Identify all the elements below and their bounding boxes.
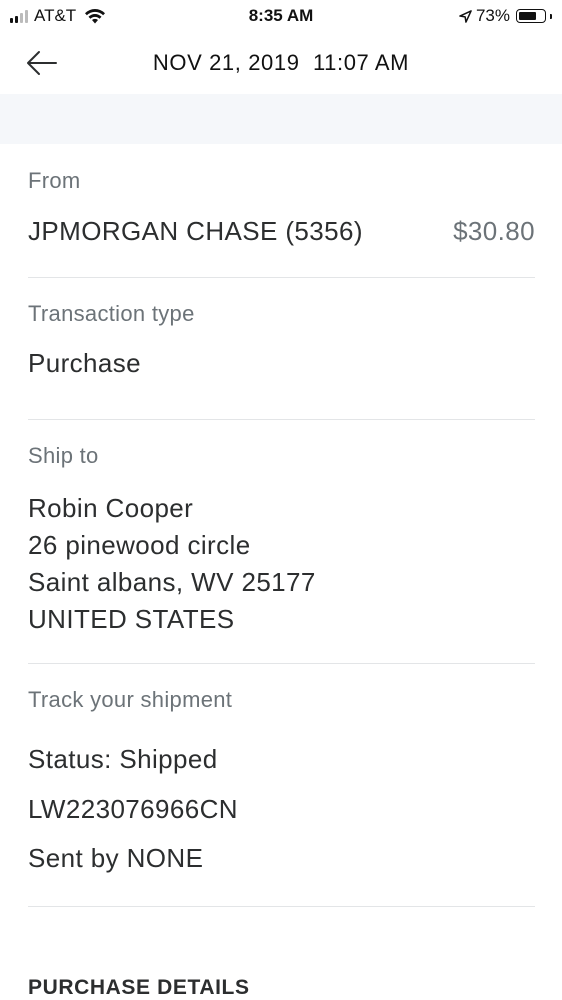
tracking-details: Status: Shipped LW223076966CN Sent by NO… <box>28 744 535 874</box>
transaction-type-row: Purchase <box>28 348 535 379</box>
battery-percent: 73% <box>475 6 510 25</box>
funding-source: JPMORGAN CHASE (5356) <box>28 216 363 246</box>
divider <box>28 277 535 278</box>
divider <box>28 419 535 420</box>
ship-to-label: Ship to <box>28 443 99 468</box>
battery-fill <box>519 12 536 20</box>
from-row: JPMORGAN CHASE (5356) $30.80 <box>28 216 535 250</box>
from-label: From <box>28 168 81 193</box>
divider <box>28 663 535 664</box>
shipping-address: Robin Cooper 26 pinewood circle Saint al… <box>28 490 535 638</box>
battery-nub <box>550 13 552 19</box>
tracking-number[interactable]: LW223076966CN <box>28 794 238 825</box>
ship-to-section: Ship to <box>28 443 535 469</box>
battery-icon <box>516 9 546 23</box>
transaction-type-label: Transaction type <box>28 301 195 326</box>
from-section: From <box>28 168 535 194</box>
header-band <box>0 94 562 144</box>
status-right: 73% <box>459 6 552 26</box>
transaction-amount: $30.80 <box>453 216 535 246</box>
address-city: Saint albans, WV 25177 <box>28 567 316 597</box>
purchase-details-heading: PURCHASE DETAILS <box>28 976 250 999</box>
shipment-status: Status: Shipped <box>28 744 218 774</box>
top-nav: NOV 21, 2019 11:07 AM <box>0 38 562 94</box>
transaction-type-value: Purchase <box>28 348 142 378</box>
divider <box>28 906 535 907</box>
address-country: UNITED STATES <box>28 604 235 634</box>
tracking-section[interactable]: Track your shipment <box>28 687 535 713</box>
location-arrow-icon <box>459 9 472 23</box>
page-title: NOV 21, 2019 11:07 AM <box>152 50 410 75</box>
transaction-type-section: Transaction type <box>28 301 535 327</box>
shipping-carrier: Sent by NONE <box>28 843 204 873</box>
recipient-name: Robin Cooper <box>28 493 194 523</box>
status-bar: AT&T 8:35 AM 73% <box>0 0 562 34</box>
track-shipment-label[interactable]: Track your shipment <box>28 687 535 713</box>
purchase-details-section: PURCHASE DETAILS <box>28 976 535 1000</box>
address-street: 26 pinewood circle <box>28 530 251 560</box>
